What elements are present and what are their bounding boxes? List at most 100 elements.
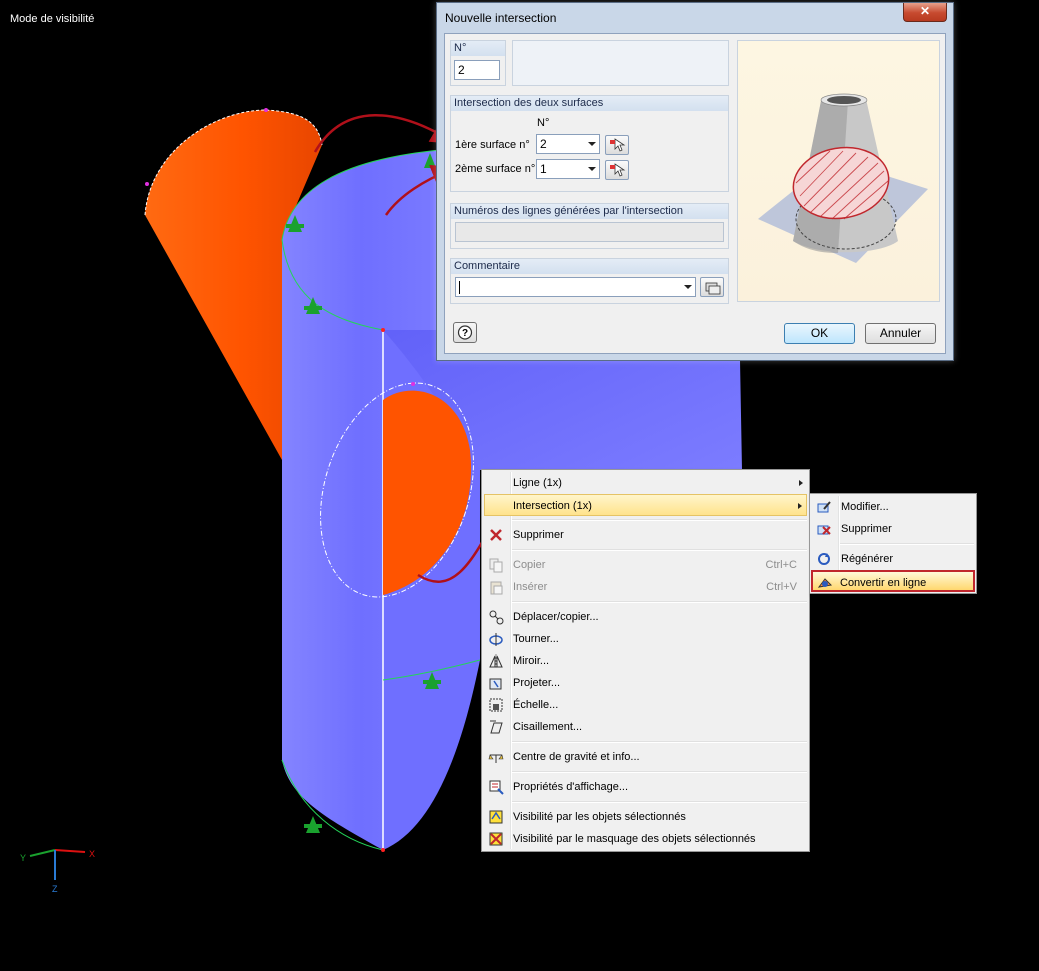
- svg-text:?: ?: [462, 328, 468, 339]
- menu-item-label: Visibilité par les objets sélectionnés: [513, 811, 686, 823]
- edit-icon: [817, 501, 831, 513]
- submenu-item-modifier[interactable]: Modifier...: [812, 496, 974, 518]
- move-copy-icon: [489, 610, 504, 625]
- menu-item-proprietes-affichage[interactable]: Propriétés d'affichage...: [484, 776, 807, 798]
- menu-item-tourner[interactable]: Tourner...: [484, 628, 807, 650]
- project-icon: [489, 678, 502, 690]
- submenu-item-label: Supprimer: [841, 523, 892, 535]
- menu-item-shortcut: Ctrl+C: [765, 559, 797, 571]
- context-menu: Ligne (1x) Intersection (1x) Supprimer C…: [481, 469, 810, 852]
- menu-item-label: Supprimer: [513, 529, 564, 541]
- menu-item-intersection[interactable]: Intersection (1x): [484, 494, 807, 516]
- scale-icon: [489, 698, 503, 712]
- menu-item-label: Ligne (1x): [513, 477, 562, 489]
- surface1-value: 2: [540, 137, 547, 151]
- cancel-button[interactable]: Annuler: [865, 323, 936, 344]
- surface-number-column-label: N°: [537, 117, 550, 129]
- menu-item-label: Miroir...: [513, 655, 550, 667]
- menu-item-label: Intersection (1x): [513, 500, 592, 512]
- chevron-down-icon: [588, 167, 596, 171]
- intersection-submenu: Modifier... Supprimer Régénérer Converti…: [809, 493, 977, 594]
- paste-icon: [490, 581, 503, 595]
- regenerate-icon: [818, 553, 830, 565]
- menu-item-label: Visibilité par le masquage des objets sé…: [513, 833, 756, 845]
- submenu-item-supprimer[interactable]: Supprimer: [812, 518, 974, 540]
- axis-y-label: Y: [20, 853, 27, 863]
- axis-triad: [29, 849, 86, 880]
- number-spacer-panel: [512, 40, 729, 86]
- menu-item-visibilite-masquage[interactable]: Visibilité par le masquage des objets sé…: [484, 828, 807, 850]
- submenu-arrow-icon: [798, 503, 802, 509]
- menu-item-centre-gravite[interactable]: Centre de gravité et info...: [484, 746, 807, 768]
- menu-item-label: Cisaillement...: [513, 721, 583, 733]
- surface1-label: 1ère surface n°: [455, 139, 530, 151]
- surfaces-group-header: Intersection des deux surfaces: [451, 96, 728, 111]
- copy-icon: [705, 282, 721, 295]
- menu-item-label: Propriétés d'affichage...: [513, 781, 629, 793]
- dialog-title: Nouvelle intersection: [445, 11, 557, 25]
- surface2-label: 2ème surface n°: [455, 163, 536, 175]
- menu-item-label: Tourner...: [513, 633, 559, 645]
- copy-icon: [489, 558, 503, 573]
- comment-library-button[interactable]: [700, 277, 724, 297]
- submenu-arrow-icon: [799, 480, 803, 486]
- rotate-icon: [489, 633, 503, 646]
- menu-item-shortcut: Ctrl+V: [766, 581, 797, 593]
- menu-item-label: Échelle...: [513, 699, 559, 711]
- number-input[interactable]: 2: [454, 60, 500, 80]
- menu-item-label: Projeter...: [513, 677, 561, 689]
- generated-lines-field: [455, 222, 724, 242]
- menu-item-copier[interactable]: Copier Ctrl+C: [484, 554, 807, 576]
- help-button[interactable]: ?: [453, 322, 477, 343]
- pick-surface2-button[interactable]: [605, 160, 629, 180]
- comment-group-header: Commentaire: [451, 259, 728, 274]
- number-group-header: N°: [451, 41, 505, 56]
- chevron-down-icon: [684, 285, 692, 289]
- menu-item-echelle[interactable]: Échelle...: [484, 694, 807, 716]
- balance-icon: [488, 754, 504, 763]
- surface2-value: 1: [540, 162, 547, 176]
- display-properties-icon: [489, 780, 504, 795]
- close-icon: ✕: [919, 4, 931, 18]
- ok-button[interactable]: OK: [784, 323, 855, 344]
- menu-item-deplacer-copier[interactable]: Déplacer/copier...: [484, 606, 807, 628]
- submenu-item-label: Régénérer: [841, 553, 893, 565]
- close-button[interactable]: ✕: [903, 3, 947, 22]
- arrow-to-surface1: [313, 114, 457, 153]
- submenu-item-regenerer[interactable]: Régénérer: [812, 548, 974, 570]
- pick-cursor-icon: [610, 138, 626, 152]
- convert-to-line-icon: [817, 578, 833, 588]
- delete-icon: [490, 529, 502, 541]
- comment-input[interactable]: [455, 277, 696, 297]
- menu-item-ligne[interactable]: Ligne (1x): [484, 472, 807, 494]
- menu-item-cisaillement[interactable]: Cisaillement...: [484, 716, 807, 738]
- shear-icon: [490, 720, 503, 734]
- cone-intersection-illustration: [758, 93, 928, 263]
- submenu-item-convertir-en-ligne[interactable]: Convertir en ligne: [811, 570, 975, 592]
- axis-x-label: X: [89, 849, 96, 859]
- mirror-icon: [489, 654, 503, 669]
- chevron-down-icon: [588, 142, 596, 146]
- visibility-hide-icon: [489, 832, 503, 846]
- menu-item-supprimer[interactable]: Supprimer: [484, 524, 807, 546]
- pick-surface1-button[interactable]: [605, 135, 629, 155]
- menu-item-inserer[interactable]: Insérer Ctrl+V: [484, 576, 807, 598]
- help-icon: ?: [457, 325, 473, 340]
- submenu-item-label: Convertir en ligne: [840, 577, 927, 589]
- menu-item-label: Centre de gravité et info...: [513, 751, 640, 763]
- surface2-select[interactable]: 1: [536, 159, 600, 179]
- menu-item-visibilite-selection[interactable]: Visibilité par les objets sélectionnés: [484, 806, 807, 828]
- menu-item-label: Copier: [513, 559, 546, 571]
- surface1-select[interactable]: 2: [536, 134, 600, 154]
- intersection-preview: [737, 40, 940, 302]
- menu-item-label: Insérer: [513, 581, 548, 593]
- generated-lines-header: Numéros des lignes générées par l'inters…: [451, 204, 728, 219]
- delete-icon: [817, 525, 831, 535]
- menu-item-label: Déplacer/copier...: [513, 611, 599, 623]
- submenu-item-label: Modifier...: [841, 501, 889, 513]
- menu-item-projeter[interactable]: Projeter...: [484, 672, 807, 694]
- menu-item-miroir[interactable]: Miroir...: [484, 650, 807, 672]
- pick-cursor-icon: [610, 163, 626, 177]
- visibility-selected-icon: [489, 810, 503, 824]
- axis-z-label: Z: [52, 884, 58, 894]
